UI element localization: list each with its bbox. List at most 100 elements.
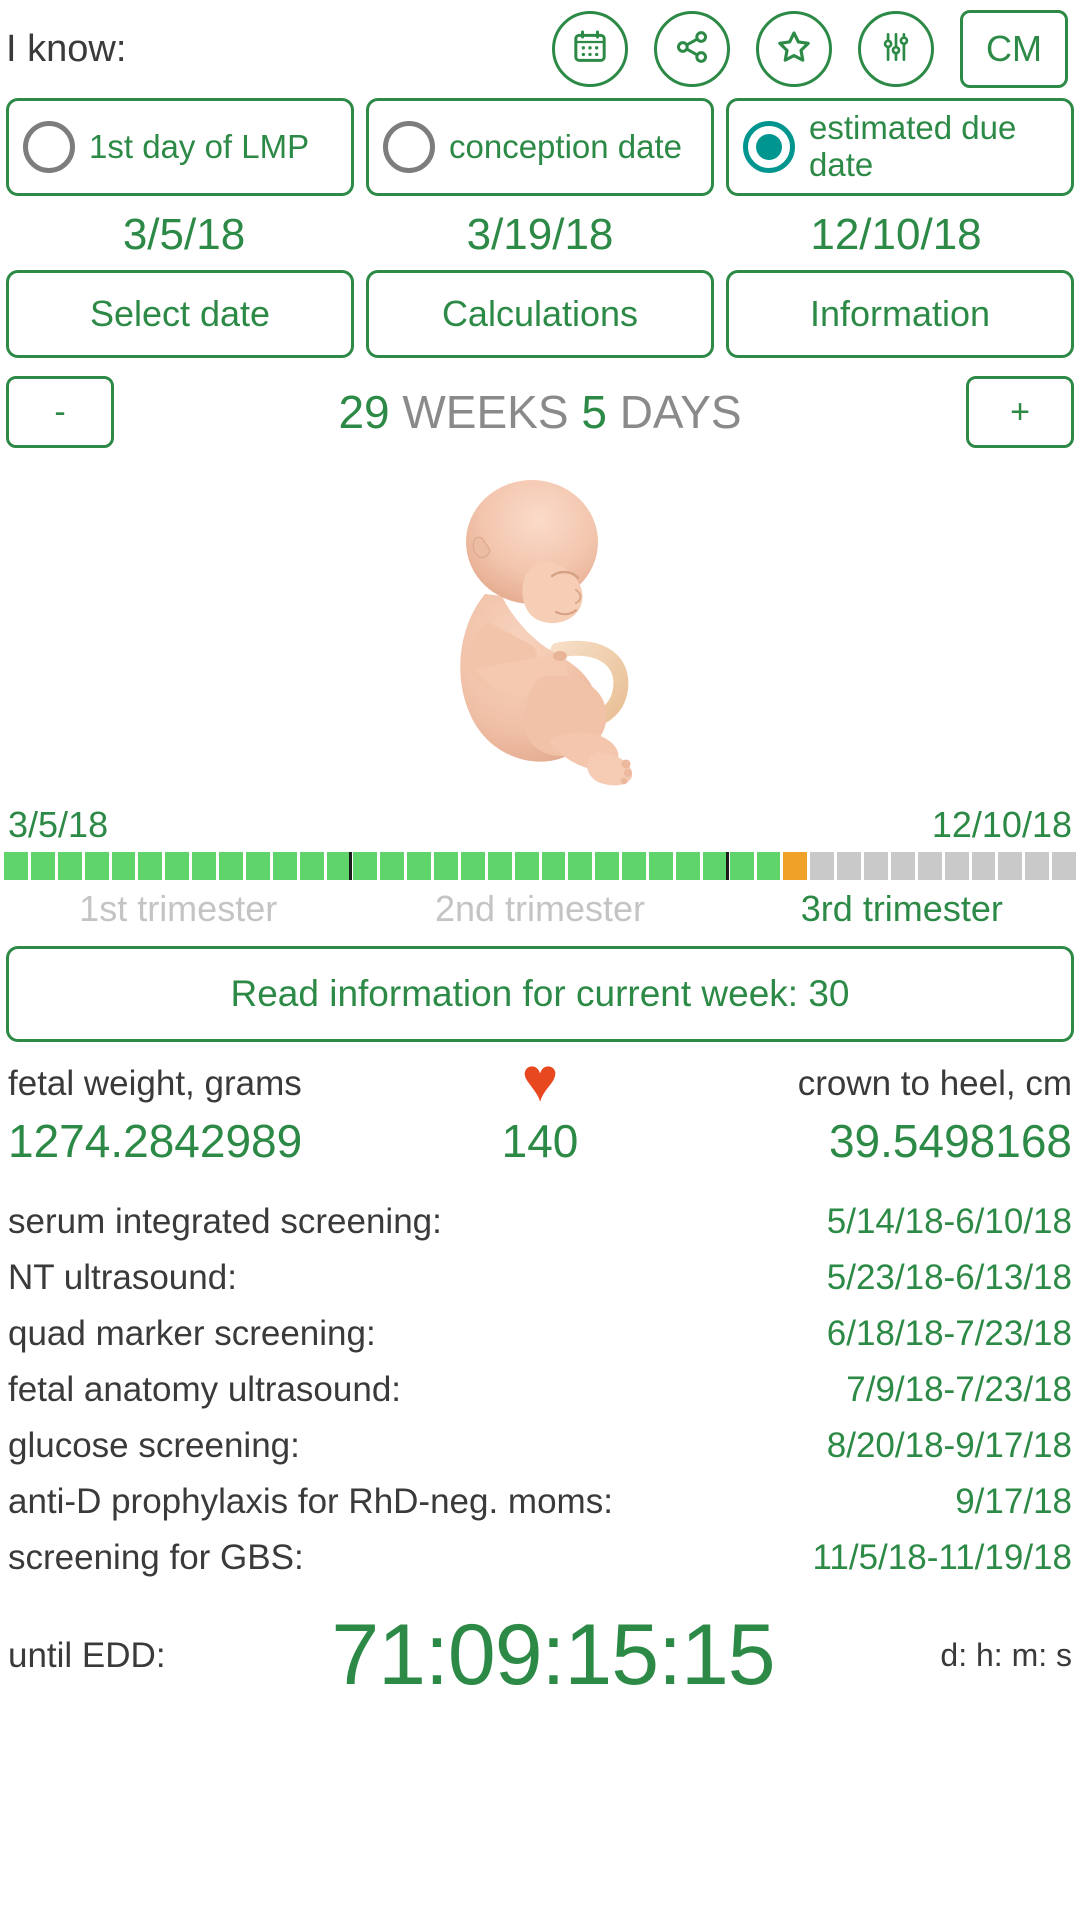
select-date-button[interactable]: Select date bbox=[6, 270, 354, 358]
fetal-weight-label: fetal weight, grams bbox=[8, 1064, 302, 1103]
progress-segment bbox=[595, 852, 620, 880]
schedule-value: 5/14/18-6/10/18 bbox=[826, 1202, 1072, 1241]
schedule-label: glucose screening: bbox=[8, 1426, 300, 1465]
heart-rate-value: 140 bbox=[501, 1115, 579, 1167]
progress-segment bbox=[407, 852, 431, 880]
progress-segment bbox=[192, 852, 216, 880]
progress-segment bbox=[138, 852, 163, 880]
radio-option-conception[interactable]: conception date bbox=[366, 98, 714, 196]
progress-segment bbox=[756, 852, 781, 880]
progress-segment bbox=[245, 852, 270, 880]
progress-segment bbox=[111, 852, 136, 880]
date-values-row: 3/5/18 3/19/18 12/10/18 bbox=[0, 196, 1080, 270]
progress-segment bbox=[165, 852, 190, 880]
star-icon-button[interactable] bbox=[756, 11, 832, 87]
progress-segment bbox=[649, 852, 673, 880]
pregnancy-calculator-screen: I know: CM 1st day of LMP conception dat… bbox=[0, 0, 1080, 1920]
progress-segment bbox=[326, 852, 353, 880]
fetal-weight-value: 1274.2842989 bbox=[8, 1115, 303, 1167]
schedule-label: anti-D prophylaxis for RhD-neg. moms: bbox=[8, 1482, 613, 1521]
action-button-row: Select date Calculations Information bbox=[0, 270, 1080, 358]
calculations-button[interactable]: Calculations bbox=[366, 270, 714, 358]
progress-segment bbox=[837, 852, 861, 880]
schedule-row: quad marker screening: 6/18/18-7/23/18 bbox=[8, 1306, 1072, 1362]
schedule-row: fetal anatomy ultrasound: 7/9/18-7/23/18 bbox=[8, 1362, 1072, 1418]
progress-segment bbox=[917, 852, 942, 880]
trimester-label-row: 1st trimester 2nd trimester 3rd trimester bbox=[0, 882, 1080, 930]
progress-segment bbox=[675, 852, 700, 880]
weeks-value: 29 bbox=[338, 386, 390, 438]
calendar-icon bbox=[570, 27, 610, 72]
schedule-label: fetal anatomy ultrasound: bbox=[8, 1370, 402, 1409]
toolbar-icon-group: CM bbox=[126, 10, 1072, 88]
days-unit: DAYS bbox=[619, 386, 742, 438]
date-value-edd[interactable]: 12/10/18 bbox=[718, 204, 1074, 270]
information-button[interactable]: Information bbox=[726, 270, 1074, 358]
increment-button[interactable]: + bbox=[966, 376, 1074, 448]
schedule-row: anti-D prophylaxis for RhD-neg. moms: 9/1… bbox=[8, 1474, 1072, 1530]
top-toolbar: I know: CM bbox=[0, 0, 1080, 98]
countdown-label: until EDD: bbox=[8, 1635, 166, 1675]
countdown-units: d: h: m: s bbox=[940, 1637, 1072, 1673]
radio-indicator-lmp[interactable] bbox=[23, 121, 75, 173]
fetus-image bbox=[460, 480, 633, 786]
progress-segment bbox=[864, 852, 888, 880]
progress-segment bbox=[299, 852, 324, 880]
progress-segment bbox=[810, 852, 835, 880]
sliders-icon-button[interactable] bbox=[858, 11, 934, 87]
sliders-icon bbox=[877, 28, 915, 71]
share-icon bbox=[672, 27, 712, 72]
schedule-value: 9/17/18 bbox=[955, 1482, 1072, 1521]
progress-segment bbox=[729, 852, 754, 880]
input-mode-row: 1st day of LMP conception date estimated… bbox=[0, 98, 1080, 196]
star-icon bbox=[773, 26, 815, 73]
progress-segment bbox=[1052, 852, 1076, 880]
radio-indicator-conception[interactable] bbox=[383, 121, 435, 173]
pregnancy-progress-bar[interactable] bbox=[0, 846, 1080, 882]
progress-end-date: 12/10/18 bbox=[931, 804, 1072, 845]
progress-segment bbox=[380, 852, 405, 880]
progress-segment bbox=[783, 852, 808, 880]
progress-segment bbox=[541, 852, 566, 880]
date-value-conception[interactable]: 3/19/18 bbox=[362, 204, 718, 270]
fetal-stats-section: fetal weight, grams ♥ crown to heel, cm … bbox=[0, 1046, 1080, 1168]
schedule-value: 8/20/18-9/17/18 bbox=[826, 1426, 1072, 1465]
progress-segment bbox=[487, 852, 512, 880]
progress-segment bbox=[57, 852, 82, 880]
weeks-unit: WEEKS bbox=[402, 386, 569, 438]
read-week-info-button[interactable]: Read information for current week: 30 bbox=[6, 946, 1074, 1042]
radio-option-edd[interactable]: estimated due date bbox=[726, 98, 1074, 196]
gestational-age-stepper: - 29 WEEKS 5 DAYS + bbox=[0, 358, 1080, 448]
progress-segment bbox=[4, 852, 28, 880]
schedule-row: NT ultrasound: 5/23/18-6/13/18 bbox=[8, 1250, 1072, 1306]
radio-option-lmp[interactable]: 1st day of LMP bbox=[6, 98, 354, 196]
progress-segment bbox=[622, 852, 646, 880]
countdown-row: until EDD: 71:09:15:15 d: h: m: s bbox=[0, 1606, 1080, 1705]
progress-segment bbox=[702, 852, 729, 880]
schedule-label: quad marker screening: bbox=[8, 1314, 376, 1353]
screening-schedule-list: serum integrated screening: 5/14/18-6/10/… bbox=[0, 1194, 1080, 1586]
progress-segment bbox=[1025, 852, 1050, 880]
progress-segment bbox=[971, 852, 996, 880]
gestational-age-display: 29 WEEKS 5 DAYS bbox=[114, 385, 966, 439]
trimester-label: 2nd trimester bbox=[434, 888, 646, 929]
schedule-row: screening for GBS: 11/5/18-11/19/18 bbox=[8, 1530, 1072, 1586]
units-toggle-button[interactable]: CM bbox=[960, 10, 1068, 88]
schedule-value: 11/5/18-11/19/18 bbox=[812, 1538, 1072, 1577]
progress-segment bbox=[568, 852, 593, 880]
crown-to-heel-label: crown to heel, cm bbox=[797, 1064, 1072, 1103]
heart-rate-icon-cell: ♥ bbox=[425, 1046, 655, 1115]
schedule-label: serum integrated screening: bbox=[8, 1202, 442, 1241]
trimester-label: 3rd trimester bbox=[800, 888, 1003, 929]
calendar-icon-button[interactable] bbox=[552, 11, 628, 87]
schedule-row: serum integrated screening: 5/14/18-6/10/… bbox=[8, 1194, 1072, 1250]
progress-segment bbox=[890, 852, 915, 880]
radio-indicator-edd[interactable] bbox=[743, 121, 795, 173]
progress-segment bbox=[30, 852, 55, 880]
progress-segment bbox=[460, 852, 485, 880]
trimester-label: 1st trimester bbox=[79, 888, 278, 929]
heart-icon: ♥ bbox=[521, 1046, 559, 1115]
decrement-button[interactable]: - bbox=[6, 376, 114, 448]
date-value-lmp[interactable]: 3/5/18 bbox=[6, 204, 362, 270]
share-icon-button[interactable] bbox=[654, 11, 730, 87]
